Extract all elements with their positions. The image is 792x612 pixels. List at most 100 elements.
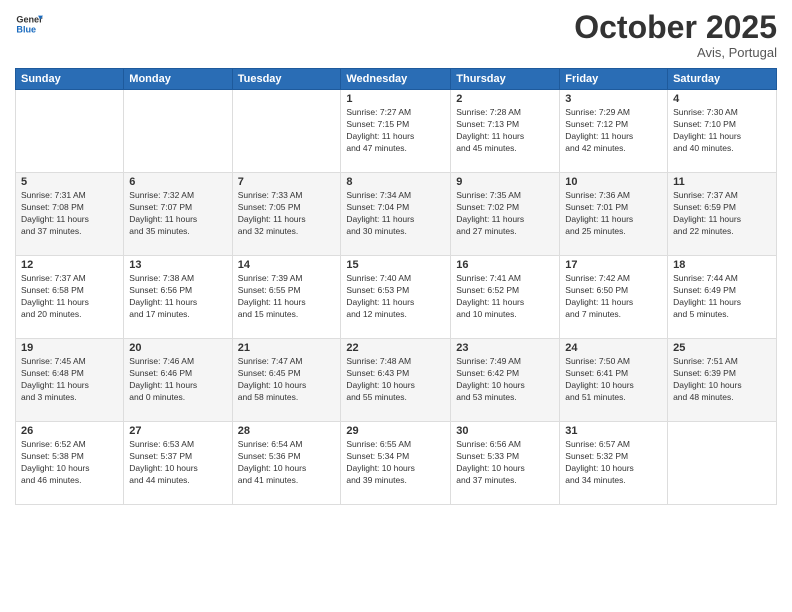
calendar-week-row-2: 5 Sunrise: 7:31 AM Sunset: 7:08 PM Daylig… (16, 173, 777, 256)
day-info: Sunrise: 7:31 AM Sunset: 7:08 PM Dayligh… (21, 190, 118, 238)
calendar-cell: 17 Sunrise: 7:42 AM Sunset: 6:50 PM Dayli… (560, 256, 668, 339)
day-info: Sunrise: 7:27 AM Sunset: 7:15 PM Dayligh… (346, 107, 445, 155)
logo: General Blue (15, 10, 43, 38)
day-number: 26 (21, 425, 118, 437)
page: General Blue October 2025 Avis, Portugal… (0, 0, 792, 612)
day-number: 2 (456, 93, 554, 105)
calendar-cell: 9Sunrise: 7:35 AM Sunset: 7:02 PM Daylig… (451, 173, 560, 256)
calendar-cell: 4 Sunrise: 7:30 AM Sunset: 7:10 PM Daylig… (668, 90, 777, 173)
calendar-cell: 29 Sunrise: 6:55 AM Sunset: 5:34 PM Dayli… (341, 422, 451, 505)
day-info: Sunrise: 7:28 AM Sunset: 7:13 PM Dayligh… (456, 107, 554, 155)
day-info: Sunrise: 7:42 AM Sunset: 6:50 PM Dayligh… (565, 273, 662, 321)
day-number: 22 (346, 342, 445, 354)
month-title: October 2025 (574, 10, 777, 45)
calendar-cell: 18 Sunrise: 7:44 AM Sunset: 6:49 PM Dayli… (668, 256, 777, 339)
day-number: 16 (456, 259, 554, 271)
calendar-table: Sunday Monday Tuesday Wednesday Thursday… (15, 68, 777, 505)
calendar-cell: 16Sunrise: 7:41 AM Sunset: 6:52 PM Dayli… (451, 256, 560, 339)
col-thursday: Thursday (451, 69, 560, 90)
day-number: 12 (21, 259, 118, 271)
day-number: 24 (565, 342, 662, 354)
day-number: 4 (673, 93, 771, 105)
day-number: 15 (346, 259, 445, 271)
calendar-cell: 31Sunrise: 6:57 AM Sunset: 5:32 PM Dayli… (560, 422, 668, 505)
calendar-week-row-1: 1 Sunrise: 7:27 AM Sunset: 7:15 PM Daylig… (16, 90, 777, 173)
day-info: Sunrise: 7:39 AM Sunset: 6:55 PM Dayligh… (238, 273, 336, 321)
day-info: Sunrise: 7:29 AM Sunset: 7:12 PM Dayligh… (565, 107, 662, 155)
calendar-cell: 1 Sunrise: 7:27 AM Sunset: 7:15 PM Daylig… (341, 90, 451, 173)
day-number: 27 (129, 425, 226, 437)
calendar-cell: 15 Sunrise: 7:40 AM Sunset: 6:53 PM Dayli… (341, 256, 451, 339)
calendar-cell: 12 Sunrise: 7:37 AM Sunset: 6:58 PM Dayli… (16, 256, 124, 339)
calendar-cell (668, 422, 777, 505)
day-number: 7 (238, 176, 336, 188)
day-info: Sunrise: 7:30 AM Sunset: 7:10 PM Dayligh… (673, 107, 771, 155)
day-number: 29 (346, 425, 445, 437)
day-number: 30 (456, 425, 554, 437)
location-subtitle: Avis, Portugal (574, 45, 777, 60)
col-saturday: Saturday (668, 69, 777, 90)
calendar-cell: 19 Sunrise: 7:45 AM Sunset: 6:48 PM Dayli… (16, 339, 124, 422)
day-info: Sunrise: 7:35 AM Sunset: 7:02 PM Dayligh… (456, 190, 554, 238)
day-number: 18 (673, 259, 771, 271)
calendar-cell: 7 Sunrise: 7:33 AM Sunset: 7:05 PM Daylig… (232, 173, 341, 256)
day-info: Sunrise: 6:55 AM Sunset: 5:34 PM Dayligh… (346, 439, 445, 487)
day-info: Sunrise: 7:40 AM Sunset: 6:53 PM Dayligh… (346, 273, 445, 321)
day-info: Sunrise: 7:45 AM Sunset: 6:48 PM Dayligh… (21, 356, 118, 404)
day-number: 19 (21, 342, 118, 354)
calendar-cell: 30 Sunrise: 6:56 AM Sunset: 5:33 PM Dayli… (451, 422, 560, 505)
calendar-cell: 27 Sunrise: 6:53 AM Sunset: 5:37 PM Dayli… (124, 422, 232, 505)
day-info: Sunrise: 6:52 AM Sunset: 5:38 PM Dayligh… (21, 439, 118, 487)
day-info: Sunrise: 7:51 AM Sunset: 6:39 PM Dayligh… (673, 356, 771, 404)
header: General Blue October 2025 Avis, Portugal (15, 10, 777, 60)
day-info: Sunrise: 6:53 AM Sunset: 5:37 PM Dayligh… (129, 439, 226, 487)
calendar-cell: 2 Sunrise: 7:28 AM Sunset: 7:13 PM Daylig… (451, 90, 560, 173)
col-monday: Monday (124, 69, 232, 90)
calendar-cell: 8 Sunrise: 7:34 AM Sunset: 7:04 PM Daylig… (341, 173, 451, 256)
calendar-cell: 25 Sunrise: 7:51 AM Sunset: 6:39 PM Dayli… (668, 339, 777, 422)
day-number: 11 (673, 176, 771, 188)
day-number: 17 (565, 259, 662, 271)
day-info: Sunrise: 7:47 AM Sunset: 6:45 PM Dayligh… (238, 356, 336, 404)
day-info: Sunrise: 7:46 AM Sunset: 6:46 PM Dayligh… (129, 356, 226, 404)
day-info: Sunrise: 6:54 AM Sunset: 5:36 PM Dayligh… (238, 439, 336, 487)
day-number: 8 (346, 176, 445, 188)
day-number: 13 (129, 259, 226, 271)
calendar-week-row-3: 12 Sunrise: 7:37 AM Sunset: 6:58 PM Dayli… (16, 256, 777, 339)
day-number: 6 (129, 176, 226, 188)
day-number: 23 (456, 342, 554, 354)
calendar-cell: 28Sunrise: 6:54 AM Sunset: 5:36 PM Dayli… (232, 422, 341, 505)
day-info: Sunrise: 7:34 AM Sunset: 7:04 PM Dayligh… (346, 190, 445, 238)
day-info: Sunrise: 7:48 AM Sunset: 6:43 PM Dayligh… (346, 356, 445, 404)
calendar-cell (124, 90, 232, 173)
day-number: 5 (21, 176, 118, 188)
calendar-cell: 23Sunrise: 7:49 AM Sunset: 6:42 PM Dayli… (451, 339, 560, 422)
day-info: Sunrise: 6:56 AM Sunset: 5:33 PM Dayligh… (456, 439, 554, 487)
calendar-cell: 13 Sunrise: 7:38 AM Sunset: 6:56 PM Dayli… (124, 256, 232, 339)
day-number: 25 (673, 342, 771, 354)
col-friday: Friday (560, 69, 668, 90)
logo-icon: General Blue (15, 10, 43, 38)
day-number: 3 (565, 93, 662, 105)
calendar-cell: 21 Sunrise: 7:47 AM Sunset: 6:45 PM Dayli… (232, 339, 341, 422)
svg-text:Blue: Blue (16, 24, 36, 34)
calendar-cell: 22 Sunrise: 7:48 AM Sunset: 6:43 PM Dayli… (341, 339, 451, 422)
calendar-cell: 26 Sunrise: 6:52 AM Sunset: 5:38 PM Dayli… (16, 422, 124, 505)
calendar-cell: 5 Sunrise: 7:31 AM Sunset: 7:08 PM Daylig… (16, 173, 124, 256)
calendar-cell: 3 Sunrise: 7:29 AM Sunset: 7:12 PM Daylig… (560, 90, 668, 173)
day-info: Sunrise: 7:32 AM Sunset: 7:07 PM Dayligh… (129, 190, 226, 238)
day-info: Sunrise: 7:37 AM Sunset: 6:59 PM Dayligh… (673, 190, 771, 238)
calendar-week-row-4: 19 Sunrise: 7:45 AM Sunset: 6:48 PM Dayli… (16, 339, 777, 422)
day-info: Sunrise: 7:33 AM Sunset: 7:05 PM Dayligh… (238, 190, 336, 238)
day-number: 31 (565, 425, 662, 437)
day-info: Sunrise: 7:36 AM Sunset: 7:01 PM Dayligh… (565, 190, 662, 238)
day-number: 1 (346, 93, 445, 105)
day-info: Sunrise: 7:44 AM Sunset: 6:49 PM Dayligh… (673, 273, 771, 321)
calendar-week-row-5: 26 Sunrise: 6:52 AM Sunset: 5:38 PM Dayli… (16, 422, 777, 505)
day-info: Sunrise: 7:37 AM Sunset: 6:58 PM Dayligh… (21, 273, 118, 321)
day-number: 20 (129, 342, 226, 354)
day-number: 21 (238, 342, 336, 354)
day-info: Sunrise: 7:38 AM Sunset: 6:56 PM Dayligh… (129, 273, 226, 321)
calendar-header-row: Sunday Monday Tuesday Wednesday Thursday… (16, 69, 777, 90)
calendar-cell: 20 Sunrise: 7:46 AM Sunset: 6:46 PM Dayli… (124, 339, 232, 422)
